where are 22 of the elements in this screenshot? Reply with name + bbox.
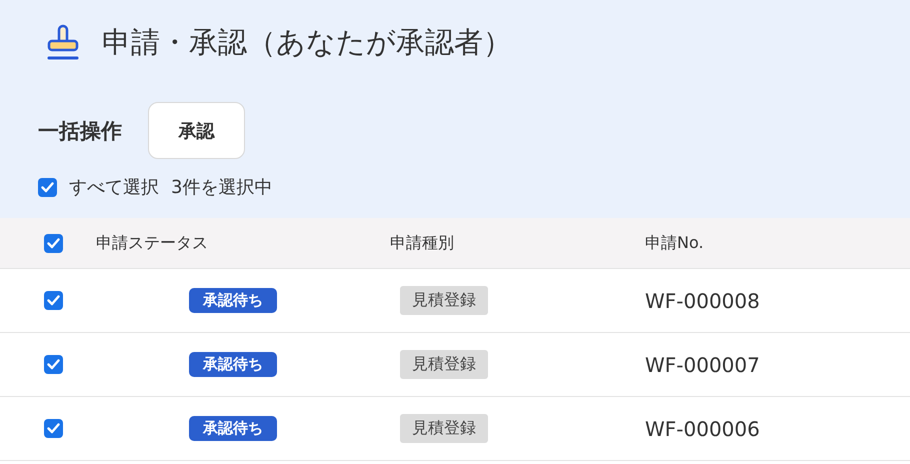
checkbox[interactable] xyxy=(44,355,62,374)
type-tag: 見積登録 xyxy=(400,286,488,315)
select-all-label: すべて選択 xyxy=(69,176,159,199)
type-tag: 見積登録 xyxy=(400,350,488,379)
status-badge: 承認待ち xyxy=(189,288,277,313)
checkbox[interactable] xyxy=(44,291,62,310)
checkbox[interactable] xyxy=(44,419,62,438)
page-title: 申請・承認（あなたが承認者） xyxy=(102,24,512,61)
type-tag: 見積登録 xyxy=(400,414,488,443)
selection-count: 3件を選択中 xyxy=(171,176,272,199)
bulk-actions-label: 一括操作 xyxy=(38,118,122,144)
status-badge: 承認待ち xyxy=(189,416,277,441)
checkbox[interactable] xyxy=(44,234,62,252)
column-header: 申請No. xyxy=(645,232,705,254)
column-header: 申請ステータス xyxy=(96,232,209,254)
column-header: 申請種別 xyxy=(390,232,455,254)
table-cell-text: WF-000008 xyxy=(645,288,761,312)
status-badge: 承認待ち xyxy=(189,352,277,377)
approve-button[interactable]: 承認 xyxy=(148,102,245,159)
checkbox[interactable] xyxy=(38,178,57,196)
table-cell-text: WF-000007 xyxy=(645,352,761,376)
table-cell-text: WF-000006 xyxy=(645,416,761,440)
